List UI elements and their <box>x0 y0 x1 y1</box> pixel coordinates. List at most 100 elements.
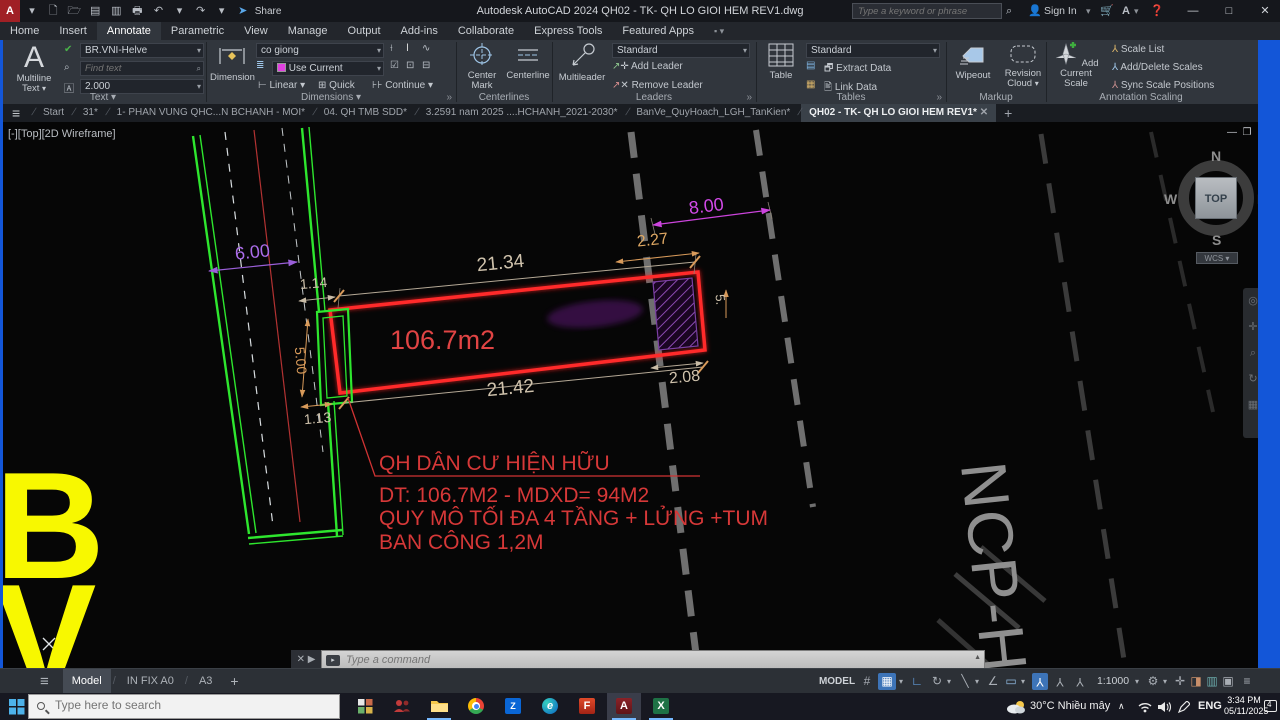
find-text-input[interactable] <box>85 63 185 74</box>
mleader-style-dropdown[interactable]: Standard▾ <box>612 43 750 58</box>
new-layout-button[interactable]: + <box>221 669 247 694</box>
viewcube-west[interactable]: W <box>1164 191 1177 207</box>
dimensions-panel-label[interactable]: Dimensions ▾ » <box>206 92 456 103</box>
multileader-button[interactable]: Multileader <box>556 42 608 83</box>
taskbar-app-store[interactable] <box>348 693 382 720</box>
taskbar-app-people[interactable] <box>385 693 419 720</box>
taskbar-search-box[interactable] <box>28 694 340 719</box>
weather-text[interactable]: 30°C Nhiều mây <box>1030 693 1110 720</box>
viewcube[interactable]: N W E S TOP <box>1168 150 1264 246</box>
tab-parametric[interactable]: Parametric <box>161 22 234 40</box>
tab-collaborate[interactable]: Collaborate <box>448 22 524 40</box>
taskbar-app-edge[interactable]: e <box>533 693 567 720</box>
table-style-dropdown[interactable]: Standard▾ <box>806 43 940 58</box>
text-panel-label[interactable]: Text ▾ <box>0 92 206 103</box>
customization-icon[interactable]: ≡ <box>1238 669 1256 694</box>
layout-tab-a3[interactable]: A3 <box>190 669 221 694</box>
dim-opt3-icon[interactable]: ⊟ <box>422 60 430 71</box>
tab-featured-apps[interactable]: Featured Apps <box>612 22 704 40</box>
clean-screen-icon[interactable]: ▣ <box>1220 669 1236 694</box>
weather-icon[interactable] <box>1006 700 1026 714</box>
layout-tab-in-fix-a0[interactable]: IN FIX A0 <box>118 669 183 694</box>
add-current-scale-button[interactable]: Add Current Scale <box>1048 42 1104 89</box>
model-space-label[interactable]: MODEL <box>816 669 858 694</box>
user-icon[interactable]: 👤 <box>1028 0 1042 22</box>
viewport-label[interactable]: [-][Top][2D Wireframe] <box>8 128 116 140</box>
scale-list-button[interactable]: ⅄ Scale List <box>1112 44 1164 55</box>
find-text-box[interactable]: ⌕ <box>80 61 204 76</box>
taskbar-search-input[interactable] <box>55 698 325 712</box>
help-search-input[interactable] <box>852 3 1002 19</box>
search-icon[interactable]: ⌕ <box>1006 0 1012 22</box>
autodesk-a-icon[interactable]: A <box>1122 0 1130 22</box>
units-icon[interactable]: ◨ <box>1188 669 1204 694</box>
file-tab-phan-vung[interactable]: 1- PHAN VUNG QHC...N BCHANH - MOI* <box>109 104 313 122</box>
dim-break-icon[interactable]: ⟊ <box>390 43 393 54</box>
layout-menu-icon[interactable]: ≡ <box>0 669 63 694</box>
viewport-minimize-icon[interactable]: — <box>1225 127 1239 139</box>
leaders-panel-label[interactable]: Leaders » <box>552 92 756 103</box>
grid-display-icon[interactable]: # <box>858 669 876 694</box>
revision-cloud-button[interactable]: Revision Cloud ▾ <box>1000 42 1046 89</box>
tab-insert[interactable]: Insert <box>49 22 97 40</box>
close-button[interactable]: ✕ <box>1250 0 1280 22</box>
linear-button[interactable]: ⊢ Linear ▾ <box>258 80 305 91</box>
continue-button[interactable]: ⊦⊦ Continue ▾ <box>372 80 433 91</box>
polar-caret-icon[interactable]: ▾ <box>944 669 954 694</box>
snap-caret-icon[interactable]: ▾ <box>896 669 906 694</box>
dim-layer-dropdown[interactable]: Use Current▾ <box>272 61 384 76</box>
ortho-mode-icon[interactable]: ∟ <box>908 669 926 694</box>
volume-icon[interactable] <box>1158 701 1172 713</box>
clock[interactable]: 3:34 PM 05/11/2025 <box>1224 695 1264 717</box>
command-input[interactable] <box>346 652 946 667</box>
tab-express-tools[interactable]: Express Tools <box>524 22 612 40</box>
text-style-dropdown[interactable]: BR.VNI-Helve▾ <box>80 43 204 58</box>
command-grip[interactable]: ✕ ▶ <box>291 650 321 668</box>
tab-home[interactable]: Home <box>0 22 49 40</box>
minimize-button[interactable]: — <box>1178 0 1208 22</box>
a-caret-icon[interactable]: ▾ <box>1134 0 1139 22</box>
file-tab-close-icon[interactable]: ✕ <box>980 107 988 118</box>
file-tab-banve[interactable]: BanVe_QuyHoach_LGH_TanKien* <box>628 104 798 122</box>
add-leader-button[interactable]: ↗✛ Add Leader <box>612 61 683 72</box>
dimension-button[interactable]: Dimension <box>210 42 254 83</box>
viewcube-top-face[interactable]: TOP <box>1195 177 1237 219</box>
lot-boundary[interactable] <box>330 272 705 393</box>
file-tab-start[interactable]: Start <box>35 104 72 122</box>
language-indicator[interactable]: ENG <box>1198 693 1222 720</box>
viewcube-south[interactable]: S <box>1212 232 1221 248</box>
dim-opt2-icon[interactable]: ⊡ <box>406 60 414 71</box>
wifi-icon[interactable] <box>1138 701 1152 713</box>
notification-icon[interactable]: 4 <box>1264 700 1277 712</box>
dim-opt1-icon[interactable]: ☑ <box>390 60 399 71</box>
tab-manage[interactable]: Manage <box>278 22 338 40</box>
help-icon[interactable]: ❓ <box>1150 0 1164 22</box>
scale-caret-icon[interactable]: ▾ <box>1132 669 1142 694</box>
command-expand-icon[interactable]: ▲ <box>974 654 981 661</box>
extract-data-button[interactable]: 🗗 Extract Data <box>824 61 891 78</box>
remove-leader-button[interactable]: ↗✕ Remove Leader <box>612 80 703 91</box>
file-tab-qh02-active[interactable]: QH02 - TK- QH LO GIOI HEM REV1* ✕ <box>801 104 996 122</box>
gear-caret-icon[interactable]: ▾ <box>1160 669 1170 694</box>
layout-tab-model[interactable]: Model <box>63 669 111 694</box>
cart-icon[interactable]: 🛒 <box>1100 0 1114 22</box>
taskbar-app-excel[interactable]: X <box>644 693 678 720</box>
annotation-scale-icon[interactable]: Y <box>1072 669 1088 694</box>
isodraft-caret-icon[interactable]: ▾ <box>972 669 982 694</box>
taskbar-app-autocad[interactable]: A <box>607 693 641 720</box>
autoscale-icon[interactable]: Y <box>1052 669 1068 694</box>
command-line[interactable]: ✕ ▶ ▸ ▲ <box>291 650 985 668</box>
taskbar-app-chrome[interactable] <box>459 693 493 720</box>
file-tab-qh-tmb[interactable]: 04. QH TMB SDD* <box>316 104 415 122</box>
wipeout-button[interactable]: Wipeout <box>950 42 996 81</box>
viewcube-north[interactable]: N <box>1211 148 1221 164</box>
file-tab-31[interactable]: 31* <box>75 104 106 122</box>
tab-output[interactable]: Output <box>338 22 391 40</box>
sync-scale-positions-button[interactable]: ⅄ Sync Scale Positions <box>1112 80 1214 91</box>
signin-caret-icon[interactable]: ▾ <box>1086 0 1091 22</box>
taskbar-app-explorer[interactable] <box>422 693 456 720</box>
dim-text-icon[interactable]: Ⅰ <box>406 43 409 54</box>
wcs-dropdown[interactable]: WCS ▾ <box>1196 252 1238 264</box>
dim-style-dropdown[interactable]: co giong▾ <box>256 43 384 58</box>
centerline-button[interactable]: Centerline <box>506 42 550 81</box>
